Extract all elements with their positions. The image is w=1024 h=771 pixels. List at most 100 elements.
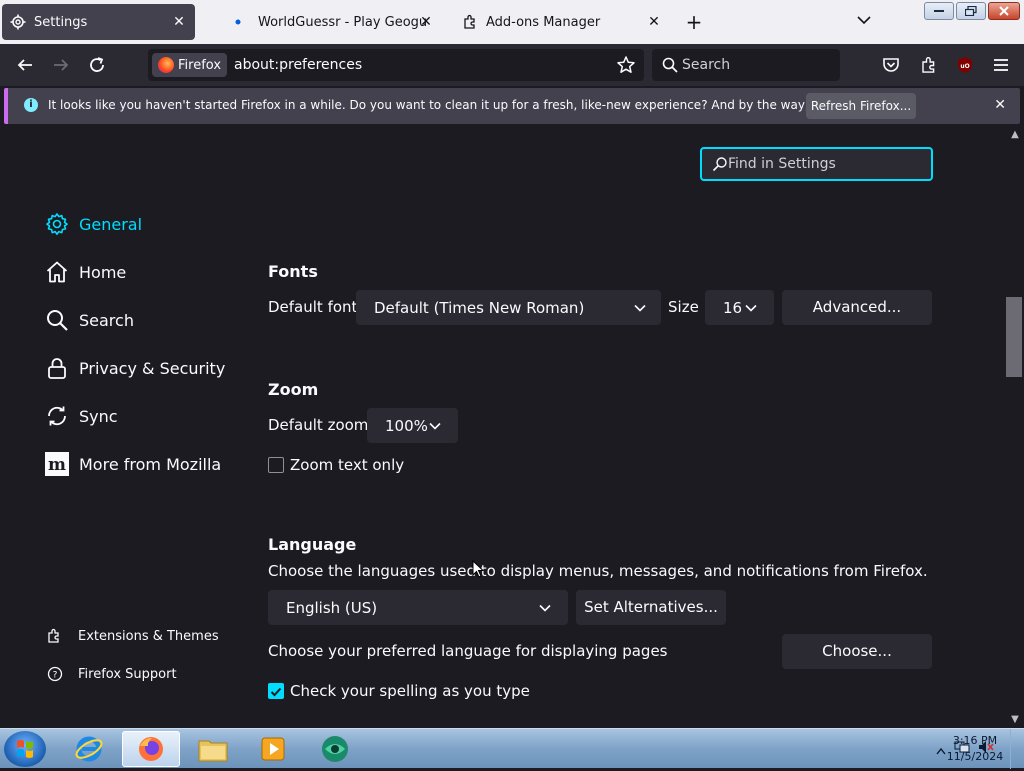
close-tab-icon[interactable]: ✕	[418, 14, 434, 30]
media-player-icon[interactable]	[244, 731, 302, 767]
clock-time: 3:16 PM	[952, 734, 998, 747]
sidebar-footer-extensions-themes[interactable]: Extensions & Themes	[46, 626, 219, 646]
reload-icon[interactable]	[86, 54, 108, 76]
default-font-select[interactable]: Default (Times New Roman)	[356, 290, 661, 325]
scroll-down-arrow-icon[interactable]: ▼	[1010, 715, 1020, 725]
window-controls	[924, 2, 1020, 20]
refresh-firefox-button[interactable]: Refresh Firefox...	[806, 93, 916, 119]
show-desktop-button[interactable]	[1010, 729, 1024, 769]
search-bar[interactable]: Search	[652, 49, 840, 81]
sidebar-item-privacy[interactable]: Privacy & Security	[44, 354, 225, 382]
mouse-cursor-icon	[472, 559, 485, 582]
navigation-toolbar: Firefox about:preferences Search uO	[0, 44, 1024, 86]
close-tab-icon[interactable]: ✕	[171, 14, 187, 30]
close-icon[interactable]: ✕	[994, 97, 1006, 113]
sidebar-item-sync[interactable]: Sync	[44, 402, 118, 430]
ublock-origin-icon[interactable]: uO	[954, 54, 976, 76]
scrollbar-thumb[interactable]	[1006, 297, 1022, 377]
identity-box[interactable]: Firefox	[152, 53, 228, 77]
start-button[interactable]	[4, 731, 46, 767]
sidebar-item-search[interactable]: Search	[44, 306, 134, 334]
font-size-label: Size	[668, 298, 699, 316]
choose-languages-button[interactable]: Choose...	[782, 634, 932, 669]
tab-strip: Settings ✕ WorldGuessr - Play Geoguessr …	[0, 0, 1024, 44]
pocket-icon[interactable]	[880, 54, 902, 76]
chevron-down-icon	[744, 301, 758, 319]
search-icon	[662, 57, 678, 77]
fonts-advanced-button[interactable]: Advanced...	[782, 290, 932, 325]
file-explorer-icon[interactable]	[184, 731, 242, 767]
tab-addons-manager[interactable]: Add-ons Manager ✕	[454, 4, 670, 40]
page-language-label: Choose your preferred language for displ…	[268, 642, 668, 660]
sidebar-item-label: More from Mozilla	[79, 454, 222, 474]
sidebar-item-label: Sync	[79, 406, 118, 426]
sync-icon	[44, 403, 70, 429]
spellcheck-label[interactable]: Check your spelling as you type	[290, 682, 530, 700]
sidebar-item-label: General	[79, 214, 143, 234]
minimize-icon[interactable]	[924, 2, 954, 20]
scrollbar-track[interactable]	[1008, 128, 1024, 728]
gear-icon	[44, 211, 70, 237]
clock-date: 11/5/2024	[946, 750, 1004, 763]
zoom-text-only-label[interactable]: Zoom text only	[290, 456, 404, 474]
zoom-text-only-checkbox[interactable]	[268, 457, 284, 473]
url-text[interactable]: about:preferences	[234, 57, 362, 73]
new-tab-icon[interactable]: +	[684, 12, 704, 32]
search-icon	[44, 307, 70, 333]
bookmark-star-icon[interactable]	[616, 55, 636, 79]
info-icon: i	[24, 98, 38, 112]
sidebar-item-general[interactable]: General	[44, 210, 142, 238]
sidebar-item-more-from-mozilla[interactable]: m More from Mozilla	[44, 450, 221, 478]
sidebar-item-home[interactable]: Home	[44, 258, 126, 286]
default-font-value: Default (Times New Roman)	[374, 298, 585, 317]
forward-icon[interactable]	[50, 54, 72, 76]
notification-message: It looks like you haven't started Firefo…	[48, 98, 904, 112]
sidebar-item-label: Privacy & Security	[79, 358, 226, 378]
scroll-up-arrow-icon[interactable]: ▲	[1010, 130, 1020, 140]
tab-label: WorldGuessr - Play Geoguessr f	[258, 14, 426, 30]
svg-text:m: m	[48, 455, 66, 475]
tab-worldguessr[interactable]: WorldGuessr - Play Geoguessr f ✕	[226, 4, 442, 40]
gear-icon	[10, 14, 26, 30]
taskbar-clock[interactable]: 3:16 PM 11/5/2024	[944, 733, 1006, 765]
sidebar-item-label: Home	[79, 262, 127, 282]
default-zoom-label: Default zoom	[268, 416, 369, 434]
chevron-down-icon	[633, 301, 647, 319]
default-font-label: Default font	[268, 298, 358, 316]
find-in-settings-input[interactable]	[728, 154, 924, 174]
windows-taskbar: 3:16 PM 11/5/2024	[0, 728, 1024, 769]
firefox-taskbar-icon[interactable]	[122, 731, 180, 767]
browser-window: Settings ✕ WorldGuessr - Play Geoguessr …	[0, 0, 1024, 728]
close-window-icon[interactable]	[988, 2, 1020, 20]
url-bar[interactable]: Firefox about:preferences	[148, 49, 644, 81]
language-value: English (US)	[286, 598, 378, 617]
app-globe-icon[interactable]	[306, 731, 364, 767]
sidebar-footer-label: Extensions & Themes	[78, 628, 219, 644]
font-size-select[interactable]: 16	[705, 290, 774, 325]
lock-icon	[44, 355, 70, 381]
sidebar-item-label: Search	[79, 310, 134, 330]
tab-label: Add-ons Manager	[486, 14, 601, 30]
spellcheck-checkbox[interactable]	[268, 683, 284, 699]
language-select[interactable]: English (US)	[268, 590, 568, 625]
sidebar-footer-label: Firefox Support	[78, 666, 177, 682]
chevron-down-icon	[538, 601, 552, 619]
search-icon	[712, 156, 728, 176]
tab-label: Settings	[34, 14, 88, 30]
find-in-settings-field[interactable]	[700, 147, 933, 181]
puzzle-icon	[46, 627, 64, 645]
default-zoom-select[interactable]: 100%	[367, 408, 458, 443]
extensions-puzzle-icon[interactable]	[918, 54, 940, 76]
svg-text:uO: uO	[960, 63, 969, 70]
set-alternatives-button[interactable]: Set Alternatives...	[576, 590, 726, 625]
restore-icon[interactable]	[956, 2, 986, 20]
chevron-down-icon[interactable]	[856, 12, 872, 32]
font-size-value: 16	[723, 298, 743, 317]
tab-settings[interactable]: Settings ✕	[2, 4, 195, 40]
language-description: Choose the languages used to display men…	[268, 562, 928, 580]
back-icon[interactable]	[14, 54, 36, 76]
internet-explorer-icon[interactable]	[60, 731, 118, 767]
close-tab-icon[interactable]: ✕	[646, 14, 662, 30]
sidebar-footer-firefox-support[interactable]: ? Firefox Support	[46, 664, 177, 684]
hamburger-menu-icon[interactable]	[990, 54, 1012, 76]
